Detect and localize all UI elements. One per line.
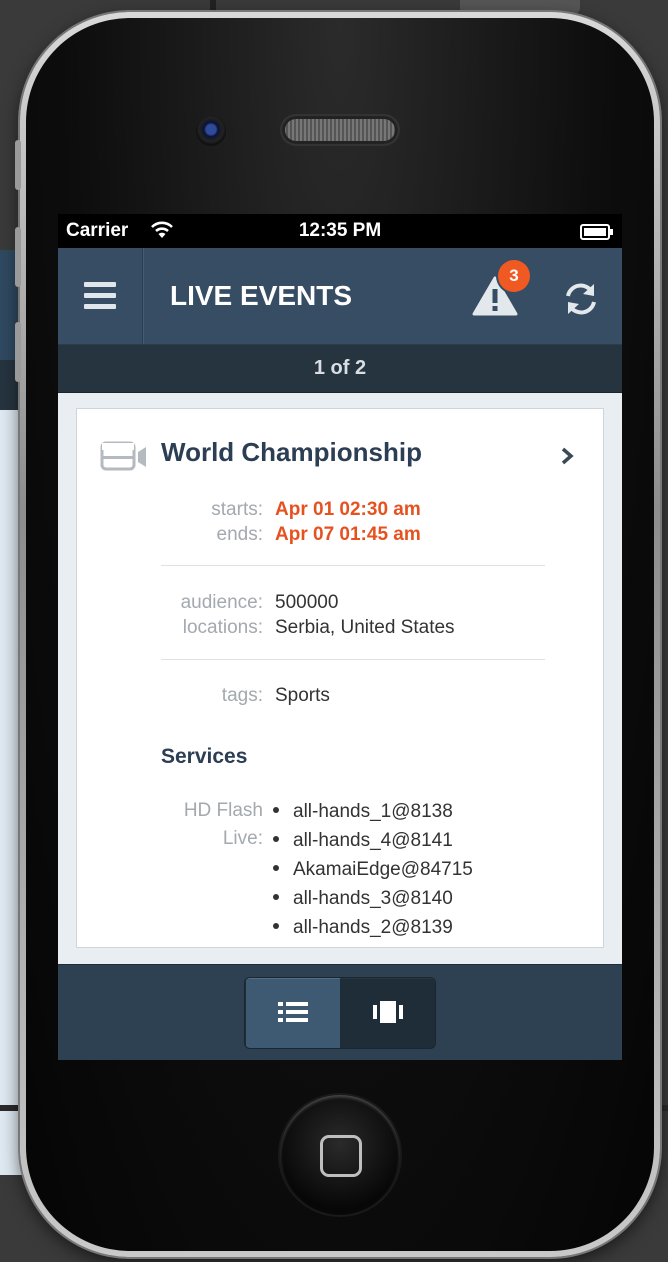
locations-value: Serbia, United States: [275, 617, 455, 638]
divider: [161, 565, 545, 566]
list-item: AkamaiEdge@84715: [273, 855, 473, 884]
event-title: World Championship: [161, 437, 422, 467]
starts-value: Apr 01 02:30 am: [275, 499, 421, 520]
services-heading: Services: [161, 745, 248, 768]
bottom-toolbar: [58, 964, 622, 1060]
chevron-right-icon[interactable]: [559, 445, 575, 467]
list-item: all-hands_2@8139: [273, 913, 473, 942]
audience-label: audience:: [180, 592, 263, 613]
ends-value: Apr 07 01:45 am: [275, 524, 421, 545]
video-camera-icon: [100, 441, 146, 471]
card-view-button[interactable]: [341, 978, 435, 1048]
tags-value: Sports: [275, 685, 330, 706]
status-time: 12:35 PM: [298, 220, 382, 241]
service-type-line2: Live:: [222, 828, 263, 849]
service-type-label: HD Flash Live:: [77, 797, 263, 853]
list-item: all-hands_3@8140: [273, 884, 473, 913]
view-mode-segmented-control: [245, 978, 435, 1048]
starts-label: starts:: [211, 499, 263, 520]
app-screen: Carrier 12:35 PM LIVE EVENTS 3 1 of 2 Wo…: [58, 214, 622, 1060]
service-name: all-hands_4@8141: [293, 830, 453, 851]
audience-value: 500000: [275, 592, 339, 613]
service-name: all-hands_1@8138: [293, 801, 453, 822]
home-button-square-icon: [320, 1135, 362, 1177]
earpiece-speaker: [282, 116, 398, 144]
page-title: LIVE EVENTS: [170, 280, 353, 311]
tags-label: tags:: [221, 685, 263, 706]
service-name: all-hands_3@8140: [293, 888, 453, 909]
services-list: all-hands_1@8138 all-hands_4@8141 Akamai…: [273, 797, 473, 942]
volume-down-button: [15, 322, 21, 382]
service-name: all-hands_2@8139: [293, 917, 453, 938]
list-view-icon: [278, 1002, 308, 1022]
home-button[interactable]: [280, 1095, 400, 1215]
battery-icon: [580, 224, 613, 240]
refresh-icon: [566, 283, 596, 315]
volume-up-button: [15, 227, 21, 287]
front-camera: [196, 116, 226, 146]
list-item: all-hands_1@8138: [273, 797, 473, 826]
card-carousel-icon: [373, 1001, 403, 1023]
locations-label: locations:: [182, 617, 263, 638]
menu-button[interactable]: [58, 248, 143, 344]
list-item: all-hands_4@8141: [273, 826, 473, 855]
divider: [161, 659, 545, 660]
mute-switch: [15, 140, 21, 190]
ends-label: ends:: [216, 524, 263, 545]
refresh-button[interactable]: [558, 276, 604, 322]
nav-bar: LIVE EVENTS 3: [58, 248, 622, 345]
service-type-line1: HD Flash: [183, 800, 263, 821]
service-name: AkamaiEdge@84715: [293, 859, 473, 880]
list-view-button[interactable]: [246, 978, 340, 1048]
hamburger-menu-icon: [84, 282, 116, 315]
event-card[interactable]: World Championship starts: Apr 01 02:30 …: [76, 408, 604, 948]
alert-count-badge: 3: [498, 260, 530, 292]
page-indicator: 1 of 2: [58, 345, 622, 393]
status-bar: Carrier 12:35 PM: [58, 214, 622, 248]
